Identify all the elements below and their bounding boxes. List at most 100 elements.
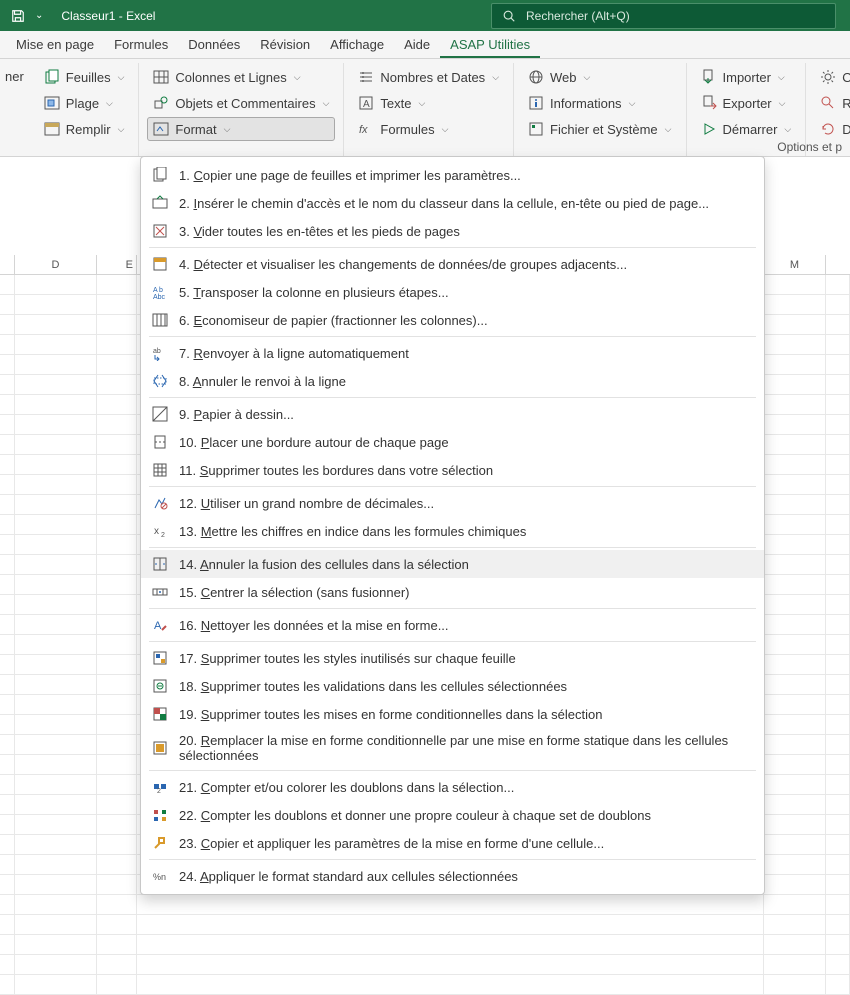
qat-chevron-icon[interactable]: ⌄ xyxy=(35,10,43,21)
menu-item-3[interactable]: 3. Vider toutes les en-têtes et les pied… xyxy=(141,217,764,245)
menu-item-icon xyxy=(151,555,169,573)
menu-item-label: 23. Copier et appliquer les paramètres d… xyxy=(179,836,752,851)
search-box[interactable]: Rechercher (Alt+Q) xyxy=(491,3,836,29)
menu-item-icon xyxy=(151,372,169,390)
menu-item-23[interactable]: 23. Copier et appliquer les paramètres d… xyxy=(141,829,764,857)
menu-item-icon: A xyxy=(151,616,169,634)
menu-item-2[interactable]: 2. Insérer le chemin d'accès et le nom d… xyxy=(141,189,764,217)
importer-button[interactable]: Importer⌵ xyxy=(695,65,798,89)
menu-item-18[interactable]: 18. Supprimer toutes les validations dan… xyxy=(141,672,764,700)
web-button[interactable]: Web⌵ xyxy=(522,65,677,89)
menu-item-7[interactable]: ab7. Renvoyer à la ligne automatiquement xyxy=(141,339,764,367)
colonnes-lignes-button[interactable]: Colonnes et Lignes⌵ xyxy=(147,65,335,89)
menu-item-20[interactable]: 20. Remplacer la mise en forme condition… xyxy=(141,728,764,768)
numbers-icon xyxy=(358,69,374,85)
menu-item-icon xyxy=(151,222,169,240)
svg-text:b: b xyxy=(159,287,163,294)
menu-item-icon xyxy=(151,405,169,423)
nombres-dates-button[interactable]: Nombres et Dates⌵ xyxy=(352,65,505,89)
tab-asap-utilities[interactable]: ASAP Utilities xyxy=(440,32,540,58)
document-title: Classeur1 - Excel xyxy=(61,9,155,23)
save-button[interactable] xyxy=(6,4,30,28)
menu-item-6[interactable]: 6. Economiseur de papier (fractionner le… xyxy=(141,306,764,334)
menu-item-17[interactable]: 17. Supprimer toutes les styles inutilis… xyxy=(141,644,764,672)
menu-separator xyxy=(149,397,756,398)
menu-item-9[interactable]: 9. Papier à dessin... xyxy=(141,400,764,428)
options-label-partial: Options et p xyxy=(777,140,842,154)
svg-text:x: x xyxy=(154,526,159,537)
chevron-down-icon: ⌵ xyxy=(442,124,449,135)
menu-item-19[interactable]: 19. Supprimer toutes les mises en forme … xyxy=(141,700,764,728)
chevron-down-icon: ⌵ xyxy=(323,98,330,109)
ribbon-group-select: Feuilles⌵ Plage⌵ Remplir⌵ xyxy=(30,63,140,156)
title-bar: ⌄ Classeur1 - Excel Rechercher (Alt+Q) xyxy=(0,0,850,31)
svg-text:A: A xyxy=(363,99,370,110)
menu-item-14[interactable]: 14. Annuler la fusion des cellules dans … xyxy=(141,550,764,578)
info-icon xyxy=(528,95,544,111)
tab-mise-en-page[interactable]: Mise en page xyxy=(6,32,104,58)
feuilles-button[interactable]: Feuilles⌵ xyxy=(38,65,131,89)
chevron-down-icon: ⌵ xyxy=(584,72,591,83)
tab-formules[interactable]: Formules xyxy=(104,32,178,58)
menu-item-16[interactable]: A16. Nettoyer les données et la mise en … xyxy=(141,611,764,639)
menu-item-icon xyxy=(151,806,169,824)
menu-item-label: 22. Compter les doublons et donner une p… xyxy=(179,808,752,823)
menu-item-label: 5. Transposer la colonne en plusieurs ét… xyxy=(179,285,752,300)
svg-text:A: A xyxy=(153,287,158,294)
tab-affichage[interactable]: Affichage xyxy=(320,32,394,58)
menu-item-5[interactable]: AbAbc5. Transposer la colonne en plusieu… xyxy=(141,278,764,306)
menu-item-10[interactable]: 10. Placer une bordure autour de chaque … xyxy=(141,428,764,456)
column-header-m[interactable]: M xyxy=(764,255,826,274)
menu-item-label: 18. Supprimer toutes les validations dan… xyxy=(179,679,752,694)
menu-item-label: 20. Remplacer la mise en forme condition… xyxy=(179,733,752,763)
partial-button[interactable]: ner xyxy=(2,65,30,88)
fichier-systeme-button[interactable]: Fichier et Système⌵ xyxy=(522,117,677,141)
menu-separator xyxy=(149,641,756,642)
texte-button[interactable]: A Texte⌵ xyxy=(352,91,505,115)
menu-item-icon xyxy=(151,705,169,723)
tab-donnees[interactable]: Données xyxy=(178,32,250,58)
menu-separator xyxy=(149,486,756,487)
chevron-down-icon: ⌵ xyxy=(118,72,125,83)
remplir-button[interactable]: Remplir⌵ xyxy=(38,117,131,141)
menu-item-8[interactable]: 8. Annuler le renvoi à la ligne xyxy=(141,367,764,395)
demarrez-dernier-button[interactable]: Démarrez dernier xyxy=(814,117,850,141)
options-asap-button[interactable]: Options ASAP Uti xyxy=(814,65,850,89)
menu-item-15[interactable]: 15. Centrer la sélection (sans fusionner… xyxy=(141,578,764,606)
menu-item-13[interactable]: x213. Mettre les chiffres en indice dans… xyxy=(141,517,764,545)
menu-item-label: 7. Renvoyer à la ligne automatiquement xyxy=(179,346,752,361)
menu-item-label: 10. Placer une bordure autour de chaque … xyxy=(179,435,752,450)
menu-item-label: 4. Détecter et visualiser les changement… xyxy=(179,257,752,272)
tab-revision[interactable]: Révision xyxy=(250,32,320,58)
menu-item-11[interactable]: 11. Supprimer toutes les bordures dans v… xyxy=(141,456,764,484)
menu-item-icon xyxy=(151,433,169,451)
menu-item-24[interactable]: %n24. Appliquer le format standard aux c… xyxy=(141,862,764,890)
format-button[interactable]: Format⌵ xyxy=(147,117,335,141)
menu-item-12[interactable]: 12. Utiliser un grand nombre de décimale… xyxy=(141,489,764,517)
demarrer-button[interactable]: Démarrer⌵ xyxy=(695,117,798,141)
menu-item-4[interactable]: 4. Détecter et visualiser les changement… xyxy=(141,250,764,278)
menu-item-icon xyxy=(151,677,169,695)
chevron-down-icon: ⌵ xyxy=(419,98,426,109)
svg-text:fx: fx xyxy=(359,124,368,136)
rechercher-demarrer-button[interactable]: Rechercher et dém xyxy=(814,91,850,115)
tab-aide[interactable]: Aide xyxy=(394,32,440,58)
menu-item-icon: %n xyxy=(151,867,169,885)
start-icon xyxy=(701,121,717,137)
menu-item-21[interactable]: 221. Compter et/ou colorer les doublons … xyxy=(141,773,764,801)
menu-item-icon xyxy=(151,834,169,852)
menu-item-22[interactable]: 22. Compter les doublons et donner une p… xyxy=(141,801,764,829)
formules-button[interactable]: fx Formules⌵ xyxy=(352,117,505,141)
ribbon-partial-group-left: ner xyxy=(0,63,30,156)
informations-button[interactable]: Informations⌵ xyxy=(522,91,677,115)
column-header-partial[interactable] xyxy=(0,255,15,274)
column-header-e[interactable]: E xyxy=(97,255,137,274)
menu-item-1[interactable]: 1. Copier une page de feuilles et imprim… xyxy=(141,161,764,189)
columns-rows-icon xyxy=(153,69,169,85)
column-header-d[interactable]: D xyxy=(15,255,97,274)
exporter-button[interactable]: Exporter⌵ xyxy=(695,91,798,115)
chevron-down-icon: ⌵ xyxy=(294,72,301,83)
objets-commentaires-button[interactable]: Objets et Commentaires⌵ xyxy=(147,91,335,115)
chevron-down-icon: ⌵ xyxy=(492,72,499,83)
plage-button[interactable]: Plage⌵ xyxy=(38,91,131,115)
